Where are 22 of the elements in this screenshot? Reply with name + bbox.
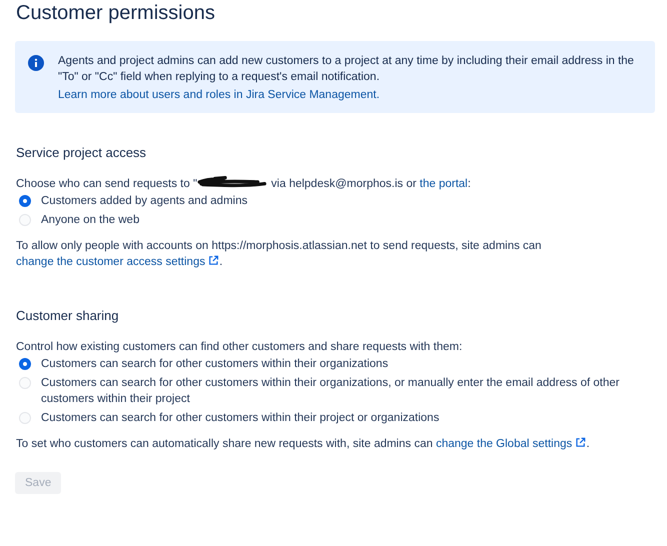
radio-button[interactable]: [19, 195, 31, 207]
option-label[interactable]: Anyone on the web: [41, 212, 637, 228]
section-heading: Customer sharing: [16, 308, 120, 323]
external-link-icon: [575, 437, 586, 448]
page-title: Customer permissions: [16, 2, 216, 25]
option-label[interactable]: Customers can search for other customers within their organizations: [41, 356, 637, 372]
intro-text: Choose who can send requests to " via helpdesk@morphos.is or the portal:: [16, 176, 472, 192]
settings-link[interactable]: change the Global settings: [436, 438, 586, 450]
intro-text: Control how existing customers can find other customers and share requests with them:: [16, 340, 464, 355]
note-text: To allow only people with accounts on https://morphosis.atlassian.net to send requests, site admins can change the customer access settings .: [16, 239, 542, 270]
info-text: Agents and project admins can add new customers to a project at any time by including their email address in the "To" or "Cc" field when replying to a request's email notification.: [58, 54, 635, 85]
info-icon: [28, 55, 44, 71]
section-heading: Service project access: [16, 145, 148, 160]
portal-link[interactable]: the portal: [420, 178, 468, 190]
option-label[interactable]: Customers can search for other customers within their organizations, or manually enter the email address of other customers within their project: [41, 375, 637, 407]
settings-link[interactable]: change the customer access settings: [16, 256, 220, 268]
note-text: To set who customers can automatically share new requests with, site admins can change the Global settings .: [16, 436, 591, 452]
learn-more-link[interactable]: Learn more about users and roles in Jira Service Management.: [58, 87, 380, 103]
option-label[interactable]: Customers added by agents and admins: [41, 193, 637, 209]
option-label[interactable]: Customers can search for other customers within their project or organizations: [41, 410, 637, 426]
radio-button[interactable]: [19, 358, 31, 370]
external-link-icon: [208, 255, 220, 266]
